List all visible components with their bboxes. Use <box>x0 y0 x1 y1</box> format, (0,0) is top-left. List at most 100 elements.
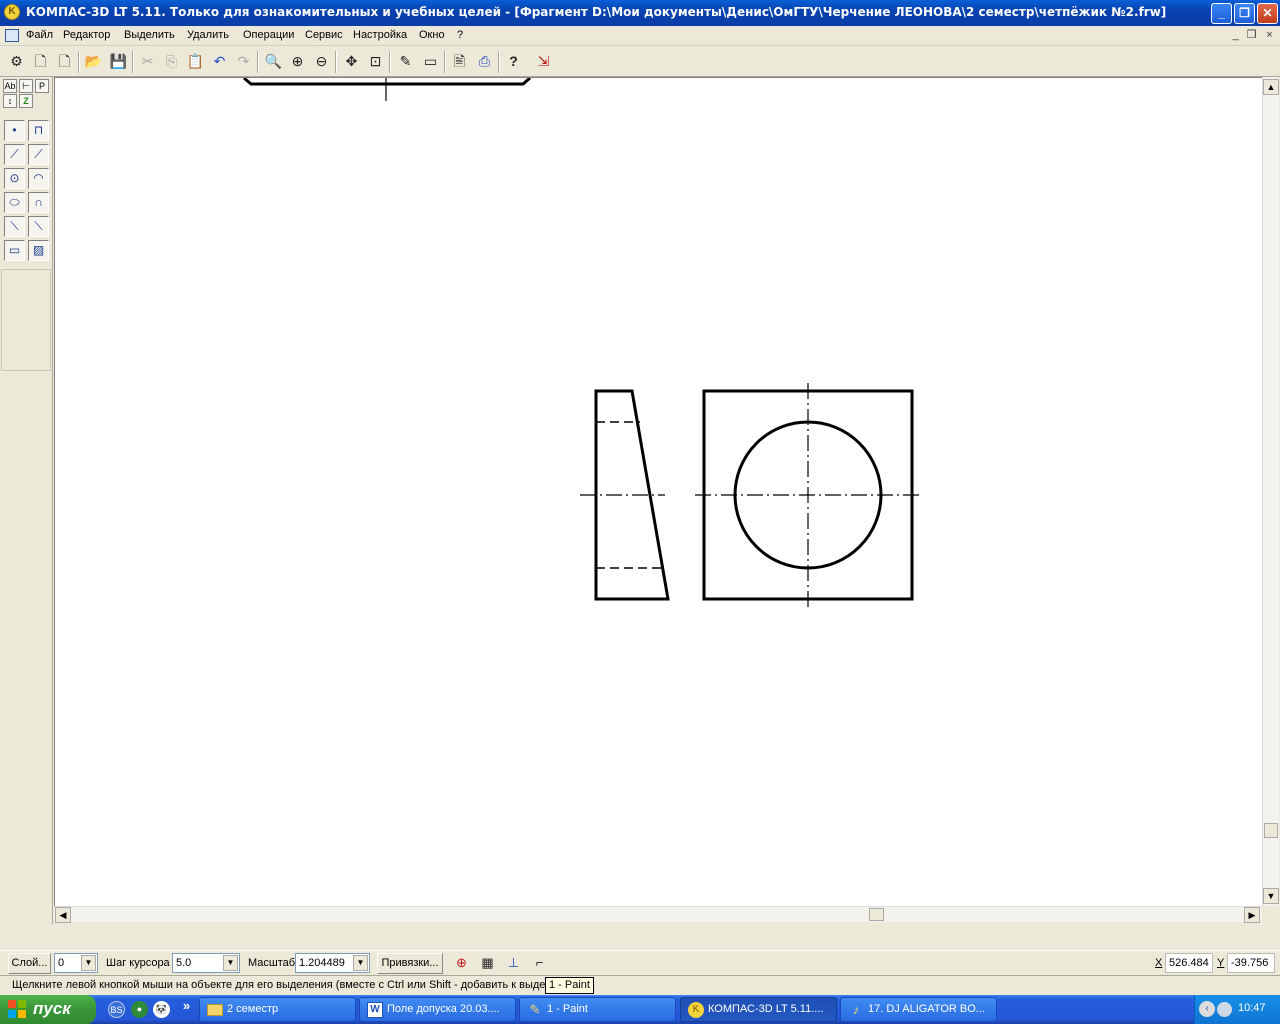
vertical-scrollbar[interactable]: ▲ ▼ <box>1262 77 1279 906</box>
palette-tab-dimensions[interactable]: ⊢ <box>19 79 33 93</box>
menu-operations[interactable]: Операции <box>243 29 294 41</box>
cursor-step-value: 5.0 <box>176 957 192 969</box>
y-coordinate[interactable]: -39.756 <box>1227 953 1275 973</box>
copy-icon[interactable]: ⎘ <box>160 50 183 73</box>
kompas-icon[interactable]: K <box>4 4 20 20</box>
menu-select[interactable]: Выделить <box>124 29 175 41</box>
refresh-icon[interactable]: ✎ <box>394 50 417 73</box>
redo-icon[interactable]: ↷ <box>232 50 255 73</box>
taskbar-button-kompas[interactable]: K КОМПАС-3D LT 5.11.... <box>680 997 837 1022</box>
tray-collapse-icon[interactable]: ‹ <box>1199 1001 1215 1017</box>
drawing-canvas[interactable] <box>54 76 1262 906</box>
layer-select[interactable]: 0 ▼ <box>54 953 98 973</box>
zoom-out-icon[interactable]: ⊖ <box>310 50 333 73</box>
toolbar-separator <box>498 51 500 73</box>
status-bar: Щелкните левой кнопкой мыши на объекте д… <box>0 975 1280 995</box>
point-icon[interactable]: • <box>4 120 25 141</box>
exit-icon[interactable]: ⇲ <box>532 50 555 73</box>
zoom-icon[interactable]: 🔍 <box>262 50 285 73</box>
x-coordinate[interactable]: 526.484 <box>1165 953 1213 973</box>
more-icon[interactable]: » <box>178 997 195 1014</box>
standard-toolbar: ⚙ 🗋 🗋 📂 💾 ✂ ⎘ 📋 ↶ ↷ 🔍 ⊕ ⊖ ✥ ⊡ ✎ ▭ 🖹 ⎙ ? … <box>0 47 1280 77</box>
cursor-step-select[interactable]: 5.0 ▼ <box>172 953 240 973</box>
rectangle-icon[interactable]: ▭ <box>4 240 25 261</box>
mdi-close-button[interactable]: × <box>1262 29 1277 43</box>
arc-icon[interactable]: ◠ <box>28 168 49 189</box>
snaps-button[interactable]: Привязки... <box>377 953 443 974</box>
volume-icon[interactable] <box>1217 1002 1232 1017</box>
scroll-left-icon[interactable]: ◀ <box>55 907 71 923</box>
scroll-right-icon[interactable]: ▶ <box>1244 907 1260 923</box>
new-fragment-icon[interactable]: 🗋 <box>53 50 76 73</box>
ellipse-icon[interactable]: ⬭ <box>4 192 25 213</box>
clock[interactable]: 10:47 <box>1238 1002 1266 1014</box>
help-icon[interactable]: ? <box>502 50 525 73</box>
menu-service[interactable]: Сервис <box>305 29 343 41</box>
bezier-icon[interactable]: ∩ <box>28 192 49 213</box>
line-icon[interactable]: ⟋ <box>28 144 49 165</box>
chamfer-icon[interactable]: ⟍ <box>4 216 25 237</box>
view-icon[interactable]: ▭ <box>419 50 442 73</box>
zoom-all-icon[interactable]: ⊡ <box>364 50 387 73</box>
panda-icon[interactable]: 🐼 <box>153 1001 170 1018</box>
hatch-icon[interactable]: ▨ <box>28 240 49 261</box>
cut-icon[interactable]: ✂ <box>136 50 159 73</box>
start-button[interactable]: пуск <box>0 995 96 1024</box>
status-text: Щелкните левой кнопкой мыши на объекте д… <box>12 979 546 991</box>
pan-icon[interactable]: ✥ <box>340 50 363 73</box>
taskbar-button-word[interactable]: W Поле допуска 20.03.... <box>359 997 516 1022</box>
scale-select[interactable]: 1.204489 ▼ <box>295 953 370 973</box>
palette-tab-text[interactable]: Ab <box>3 79 17 93</box>
taskbar-button-player[interactable]: ♪ 17. DJ ALIGATOR BO... <box>840 997 997 1022</box>
menu-settings[interactable]: Настройка <box>353 29 407 41</box>
restore-button[interactable]: ❐ <box>1234 3 1255 24</box>
print-icon[interactable]: ⎙ <box>473 50 496 73</box>
aux-line-icon[interactable]: ⊓ <box>28 120 49 141</box>
document-icon[interactable] <box>5 29 19 42</box>
palette-tab-geometry[interactable]: Z <box>19 94 33 108</box>
taskbar-button-paint[interactable]: ✎ 1 - Paint <box>519 997 676 1022</box>
palette-tab-edit[interactable]: ↕ <box>3 94 17 108</box>
save-icon[interactable]: 💾 <box>107 50 130 73</box>
scroll-down-icon[interactable]: ▼ <box>1263 888 1279 904</box>
menu-bar: Файл Редактор Выделить Удалить Операции … <box>0 26 1280 46</box>
scale-label: Масштаб <box>248 957 296 969</box>
palette-tab-params[interactable]: P <box>35 79 49 93</box>
close-button[interactable]: ✕ <box>1257 3 1278 24</box>
menu-delete[interactable]: Удалить <box>187 29 229 41</box>
mdi-restore-button[interactable]: ❐ <box>1244 29 1259 43</box>
open-icon[interactable]: 📂 <box>82 50 105 73</box>
layer-button[interactable]: Слой... <box>8 953 51 974</box>
undo-icon[interactable]: ↶ <box>208 50 231 73</box>
taskbar-button-folder[interactable]: 2 семестр <box>199 997 356 1022</box>
title-bar[interactable]: K КОМПАС-3D LT 5.11. Только для ознакоми… <box>0 0 1280 26</box>
snap-settings-icon[interactable]: ⊕ <box>450 951 473 974</box>
paste-icon[interactable]: 📋 <box>184 50 207 73</box>
fillet-icon[interactable]: ⟍ <box>28 216 49 237</box>
circle-icon[interactable]: ⊙ <box>4 168 25 189</box>
menu-file[interactable]: Файл <box>26 29 53 41</box>
segment-icon[interactable]: ⟋ <box>4 144 25 165</box>
mdi-minimize-button[interactable]: _ <box>1228 29 1243 43</box>
grid-icon[interactable]: ▦ <box>476 951 499 974</box>
ortho-icon[interactable]: ⌐ <box>528 951 551 974</box>
settings-icon[interactable]: ⚙ <box>5 50 28 73</box>
minimize-button[interactable]: _ <box>1211 3 1232 24</box>
menu-editor[interactable]: Редактор <box>63 29 110 41</box>
horizontal-scrollbar[interactable]: ◀ ▶ <box>54 906 1262 923</box>
vertical-scroll-thumb[interactable] <box>1264 823 1278 838</box>
chevron-down-icon[interactable]: ▼ <box>223 955 238 971</box>
scroll-up-icon[interactable]: ▲ <box>1263 79 1279 95</box>
chevron-down-icon[interactable]: ▼ <box>353 955 368 971</box>
bs-icon[interactable]: BS <box>108 1001 125 1018</box>
preview-icon[interactable]: 🖹 <box>448 50 471 73</box>
local-cs-icon[interactable]: ⊥ <box>502 951 525 974</box>
menu-help[interactable]: ? <box>457 29 463 41</box>
browser-icon[interactable]: ● <box>131 1001 148 1018</box>
chevron-down-icon[interactable]: ▼ <box>81 955 96 971</box>
new-document-icon[interactable]: 🗋 <box>29 50 52 73</box>
zoom-in-icon[interactable]: ⊕ <box>286 50 309 73</box>
horizontal-scroll-thumb[interactable] <box>869 908 884 921</box>
cursor-step-label: Шаг курсора <box>106 957 170 969</box>
menu-window[interactable]: Окно <box>419 29 445 41</box>
